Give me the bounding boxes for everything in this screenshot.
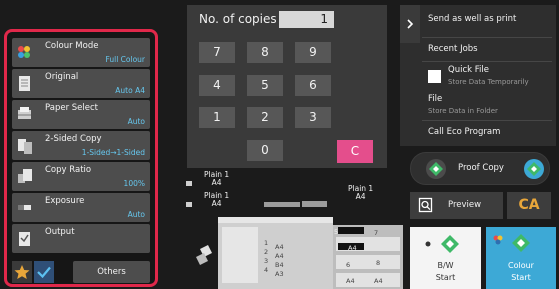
- tray-8-number: 8: [376, 259, 381, 267]
- drawer-3-size[interactable]: B4: [275, 261, 284, 269]
- setting-value: Auto A4: [115, 86, 145, 95]
- copier-drawing: [186, 181, 403, 289]
- setting-label: Original: [45, 72, 79, 82]
- quick-file-item[interactable]: Quick File: [448, 65, 489, 75]
- drawer-1-size[interactable]: A4: [275, 243, 284, 251]
- recent-jobs-item[interactable]: Recent Jobs: [428, 44, 478, 54]
- others-button[interactable]: Others: [73, 261, 150, 283]
- setting-colour-mode[interactable]: Colour Mode Full Colour: [12, 38, 150, 67]
- setting-label: Exposure: [45, 196, 85, 206]
- copies-input[interactable]: 1: [279, 11, 334, 28]
- key-8[interactable]: 8: [247, 42, 283, 63]
- setting-value: 100%: [123, 179, 145, 188]
- exposure-icon: [16, 198, 33, 217]
- setting-value: Full Colour: [105, 55, 145, 64]
- colour-start-label-2: Start: [511, 273, 531, 282]
- key-0[interactable]: 0: [247, 140, 283, 161]
- setting-exposure[interactable]: Exposure Auto: [12, 193, 150, 222]
- drawer-4-size[interactable]: A3: [275, 270, 284, 278]
- file-item[interactable]: File: [428, 94, 442, 104]
- key-4[interactable]: 4: [199, 75, 235, 96]
- setting-label: 2-Sided Copy: [45, 134, 102, 144]
- proof-copy-button[interactable]: Proof Copy: [410, 152, 550, 185]
- drawer-2-number: 2: [264, 248, 269, 256]
- call-eco-program-item[interactable]: Call Eco Program: [428, 127, 500, 137]
- drawer-1-number: 1: [264, 239, 269, 247]
- bw-start-button[interactable]: B/W Start: [410, 227, 481, 289]
- colour-start-label-1: Colour: [508, 261, 534, 270]
- tray-7-number: 7: [374, 229, 379, 237]
- key-9[interactable]: 9: [295, 42, 331, 63]
- menu-divider: [422, 120, 552, 121]
- setting-label: Copy Ratio: [45, 165, 92, 175]
- key-5[interactable]: 5: [247, 75, 283, 96]
- paper-select-icon: [16, 105, 33, 124]
- setting-value: Auto: [127, 117, 145, 126]
- clear-button[interactable]: C: [337, 140, 373, 163]
- tray-6-number: 6: [346, 261, 351, 269]
- colour-start-button[interactable]: Colour Start: [486, 227, 556, 289]
- preview-button[interactable]: Preview: [410, 192, 503, 219]
- two-sided-copy-icon: [16, 136, 33, 155]
- setting-value: Auto: [127, 210, 145, 219]
- preview-icon: [418, 197, 433, 213]
- check-button[interactable]: [34, 261, 54, 283]
- setting-label: Colour Mode: [45, 41, 99, 51]
- action-menu: Send as well as print Recent Jobs Quick …: [400, 5, 556, 146]
- bw-start-label-2: Start: [435, 273, 456, 282]
- quick-file-subtext: Store Data Temporarily: [448, 78, 529, 86]
- drawer-3-number: 3: [264, 257, 269, 265]
- output-icon: [16, 229, 33, 248]
- menu-divider: [422, 37, 552, 38]
- drawer-2-size[interactable]: A4: [275, 252, 284, 260]
- copy-ratio-icon: [16, 167, 33, 186]
- machine-illustration: Plain 1 A4 Plain 1 A4 Plain 1 A4 1 2 3 4: [178, 165, 403, 289]
- original-icon: [16, 74, 33, 93]
- collapse-menu-tab[interactable]: [400, 5, 420, 43]
- preview-label: Preview: [448, 200, 482, 210]
- key-2[interactable]: 2: [247, 107, 283, 128]
- key-1[interactable]: 1: [199, 107, 235, 128]
- setting-value: 1-Sided→1-Sided: [81, 148, 145, 157]
- menu-divider: [422, 61, 552, 62]
- clear-all-button[interactable]: CA: [507, 192, 551, 219]
- tray-6-size[interactable]: A4: [348, 244, 357, 252]
- key-7[interactable]: 7: [199, 42, 235, 63]
- drawer-4-number: 4: [264, 266, 269, 274]
- bw-start-icon: [425, 235, 459, 253]
- chevron-right-icon: [407, 19, 414, 29]
- settings-panel: Colour Mode Full Colour Original Auto A4…: [4, 29, 158, 287]
- setting-2-sided-copy[interactable]: 2-Sided Copy 1-Sided→1-Sided: [12, 131, 150, 160]
- star-icon: [14, 265, 30, 279]
- colour-mode-icon: [16, 43, 33, 62]
- copies-label: No. of copies: [199, 12, 277, 26]
- proof-colour-start-icon: [524, 159, 544, 179]
- setting-label: Output: [45, 227, 75, 237]
- key-6[interactable]: 6: [295, 75, 331, 96]
- setting-label: Paper Select: [45, 103, 98, 113]
- setting-output[interactable]: Output: [12, 224, 150, 253]
- tray-5-number: 5: [334, 228, 339, 236]
- quick-file-checkbox[interactable]: [428, 70, 441, 83]
- proof-copy-label: Proof Copy: [458, 163, 504, 173]
- check-icon: [37, 266, 51, 279]
- proof-start-icon: [426, 159, 446, 179]
- setting-copy-ratio[interactable]: Copy Ratio 100%: [12, 162, 150, 191]
- tray-size-right[interactable]: A4: [374, 277, 383, 285]
- copies-keypad: No. of copies 1 7 8 9 4 5 6 1 2 3 0 C: [187, 5, 387, 168]
- file-subtext: Store Data in Folder: [428, 107, 498, 115]
- bw-start-label-1: B/W: [437, 261, 454, 270]
- key-3[interactable]: 3: [295, 107, 331, 128]
- send-as-well-as-print-item[interactable]: Send as well as print: [428, 14, 516, 24]
- colour-start-icon: [493, 234, 530, 252]
- favorites-button[interactable]: [12, 261, 32, 283]
- setting-original[interactable]: Original Auto A4: [12, 69, 150, 98]
- tray-size-left[interactable]: A4: [346, 277, 355, 285]
- setting-paper-select[interactable]: Paper Select Auto: [12, 100, 150, 129]
